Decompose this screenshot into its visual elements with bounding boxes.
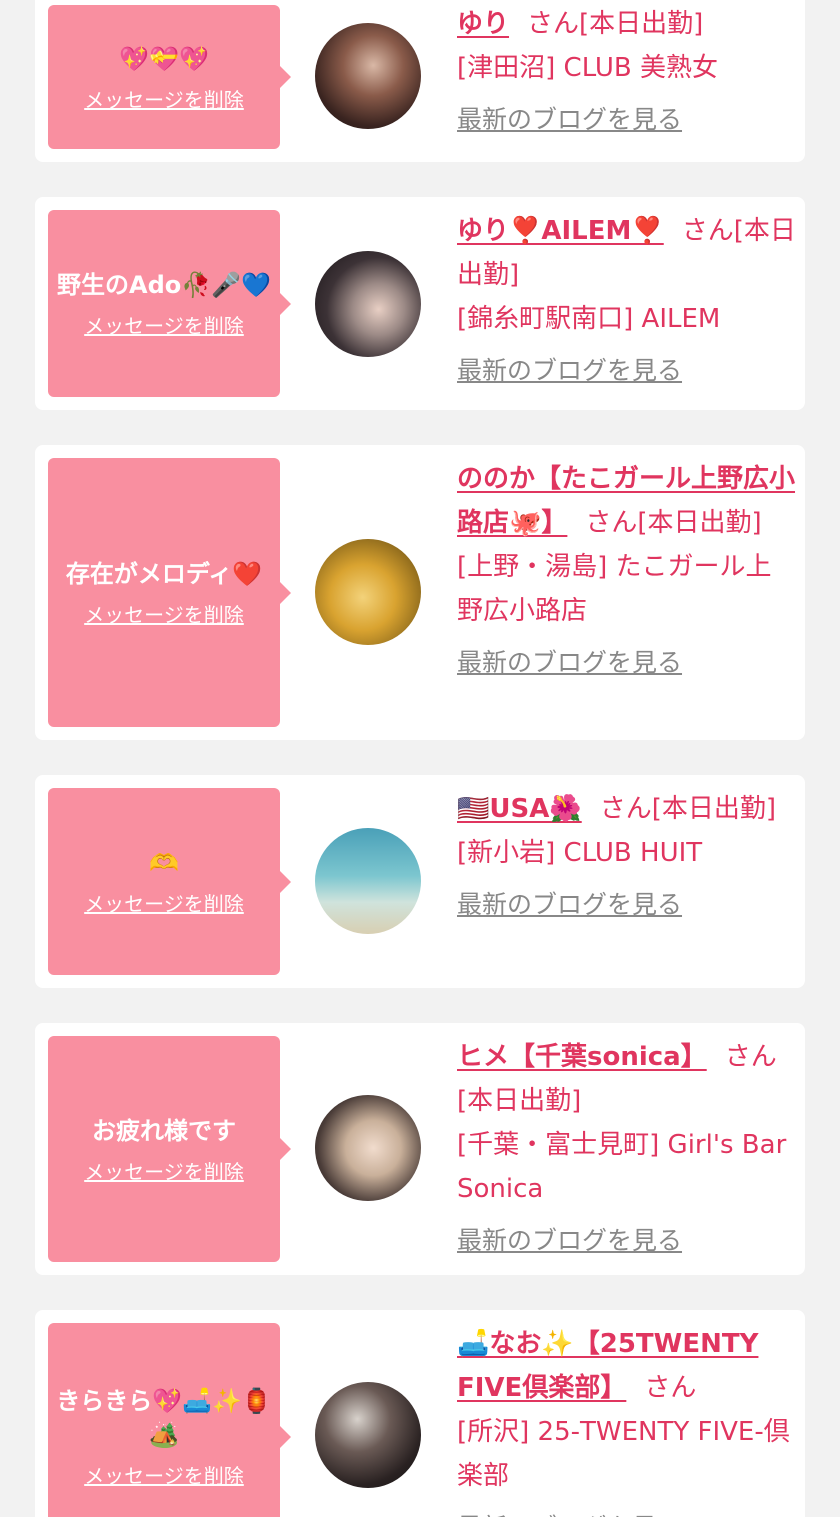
- avatar[interactable]: [315, 1095, 421, 1201]
- message-bubble: 存在がメロディ❤️ メッセージを削除: [48, 458, 291, 727]
- message-bubble: 💖💝💖 メッセージを削除: [48, 5, 291, 149]
- profile-info: ののか【たこガール上野広小路店🐙】 さん[本日出勤] [上野・湯島] たこガール上…: [457, 457, 797, 685]
- message-text: 💖💝💖: [119, 44, 209, 73]
- status-text: さん: [644, 1373, 697, 1403]
- blog-link[interactable]: 最新のブログを見る: [457, 1219, 797, 1263]
- avatar[interactable]: [315, 23, 421, 129]
- profile-info: 🇺🇸USA🌺 さん[本日出勤] [新小岩] CLUB HUIT 最新のブログを見る: [457, 787, 797, 927]
- blog-link[interactable]: 最新のブログを見る: [457, 349, 797, 393]
- message-bubble: 野生のAdo🥀🎤💙 メッセージを削除: [48, 210, 291, 397]
- list-item: 🫶 メッセージを削除 🇺🇸USA🌺 さん[本日出勤] [新小岩] CLUB HUI…: [35, 775, 805, 988]
- list-item: 野生のAdo🥀🎤💙 メッセージを削除 ゆり❣️AILEM❣️ さん[本日出勤] […: [35, 197, 805, 410]
- profile-info: ヒメ【千葉sonica】 さん[本日出勤] [千葉・富士見町] Girl's Ba…: [457, 1035, 797, 1263]
- profile-info: ゆり さん[本日出勤] [津田沼] CLUB 美熟女 最新のブログを見る: [457, 2, 797, 142]
- list-item: 存在がメロディ❤️ メッセージを削除 ののか【たこガール上野広小路店🐙】 さん[本…: [35, 445, 805, 740]
- message-list: 💖💝💖 メッセージを削除 ゆり さん[本日出勤] [津田沼] CLUB 美熟女 最…: [0, 0, 840, 1517]
- profile-info: 🛋️なお✨【25TWENTY FIVE倶楽部】 さん [所沢] 25-TWENTY…: [457, 1322, 797, 1517]
- blog-link[interactable]: 最新のブログを見る: [457, 98, 797, 142]
- cast-name-link[interactable]: 🇺🇸USA🌺: [457, 794, 582, 824]
- avatar[interactable]: [315, 828, 421, 934]
- message-text: 野生のAdo🥀🎤💙: [57, 271, 271, 299]
- cast-name-link[interactable]: 🛋️なお✨【25TWENTY FIVE倶楽部】: [457, 1329, 758, 1403]
- delete-message-link[interactable]: メッセージを削除: [84, 599, 244, 628]
- cast-name-link[interactable]: ゆり: [457, 9, 509, 39]
- shop-name: [錦糸町駅南口] AILEM: [457, 304, 721, 334]
- message-text: きらきら💖🛋️✨🏮🏕️: [56, 1387, 272, 1449]
- cast-name-link[interactable]: ゆり❣️AILEM❣️: [457, 216, 664, 246]
- delete-message-link[interactable]: メッセージを削除: [84, 84, 244, 113]
- blog-link[interactable]: 最新のブログを見る: [457, 641, 797, 685]
- list-item: お疲れ様です メッセージを削除 ヒメ【千葉sonica】 さん[本日出勤] [千葉…: [35, 1023, 805, 1275]
- profile-info: ゆり❣️AILEM❣️ さん[本日出勤] [錦糸町駅南口] AILEM 最新のブロ…: [457, 209, 797, 393]
- delete-message-link[interactable]: メッセージを削除: [84, 1460, 244, 1489]
- blog-link[interactable]: 最新のブログを見る: [457, 883, 797, 927]
- delete-message-link[interactable]: メッセージを削除: [84, 888, 244, 917]
- message-bubble: お疲れ様です メッセージを削除: [48, 1036, 291, 1262]
- blog-link[interactable]: 最新のブログを見る: [457, 1506, 797, 1517]
- shop-name: [所沢] 25-TWENTY FIVE-倶楽部: [457, 1417, 790, 1491]
- message-text: お疲れ様です: [92, 1116, 236, 1145]
- list-item: きらきら💖🛋️✨🏮🏕️ メッセージを削除 🛋️なお✨【25TWENTY FIVE…: [35, 1310, 805, 1517]
- message-bubble: きらきら💖🛋️✨🏮🏕️ メッセージを削除: [48, 1323, 291, 1517]
- shop-name: [新小岩] CLUB HUIT: [457, 838, 703, 868]
- message-text: 🫶: [149, 849, 179, 877]
- message-bubble: 🫶 メッセージを削除: [48, 788, 291, 975]
- shop-name: [千葉・富士見町] Girl's Bar Sonica: [457, 1130, 787, 1204]
- status-text: さん[本日出勤]: [527, 9, 704, 39]
- avatar[interactable]: [315, 251, 421, 357]
- delete-message-link[interactable]: メッセージを削除: [84, 310, 244, 339]
- avatar[interactable]: [315, 1382, 421, 1488]
- shop-name: [上野・湯島] たこガール上野広小路店: [457, 552, 772, 626]
- list-item: 💖💝💖 メッセージを削除 ゆり さん[本日出勤] [津田沼] CLUB 美熟女 最…: [35, 0, 805, 162]
- shop-name: [津田沼] CLUB 美熟女: [457, 53, 719, 83]
- message-text: 存在がメロディ❤️: [65, 560, 263, 588]
- delete-message-link[interactable]: メッセージを削除: [84, 1156, 244, 1185]
- status-text: さん[本日出勤]: [585, 508, 762, 538]
- cast-name-link[interactable]: ヒメ【千葉sonica】: [457, 1042, 707, 1072]
- avatar[interactable]: [315, 539, 421, 645]
- status-text: さん[本日出勤]: [599, 794, 777, 824]
